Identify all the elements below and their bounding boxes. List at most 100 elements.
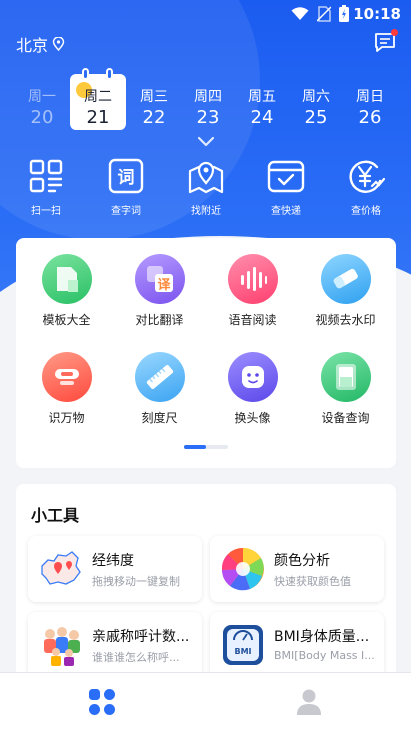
- price-icon: [349, 160, 385, 193]
- feature-label: 语音阅读: [228, 313, 277, 327]
- date-label: 21: [86, 107, 110, 128]
- page-indicator-active: [184, 445, 206, 449]
- feature-templates[interactable]: 模板大全: [20, 254, 113, 352]
- tool-card-relatives[interactable]: 亲戚称呼计数... 谁谁谁怎么称呼...: [28, 612, 202, 678]
- feature-device-query[interactable]: 设备查询: [299, 352, 392, 450]
- dictionary-icon: 词: [108, 158, 144, 194]
- weekday-label: 周一: [28, 89, 56, 105]
- quick-action-nearby[interactable]: 找附近: [176, 156, 236, 217]
- feature-label: 设备查询: [321, 411, 370, 425]
- tool-subtitle: 快速获取颜色值: [274, 575, 351, 588]
- city-name: 北京: [16, 36, 49, 55]
- translate-icon: 译: [134, 254, 185, 304]
- location-pin-icon: [52, 37, 65, 51]
- weekday-label: 周五: [248, 89, 276, 105]
- quick-action-label: 扫一扫: [31, 206, 61, 217]
- week-calendar: 周一 20 周二 21 周三 22 周四 23 周五 24 周六 25 周日 26: [16, 68, 396, 134]
- feature-translate[interactable]: 译 对比翻译: [113, 254, 206, 352]
- feature-label: 识万物: [48, 411, 85, 425]
- device-icon: [320, 352, 371, 402]
- date-label: 26: [358, 107, 382, 128]
- date-label: 20: [30, 107, 54, 128]
- date-label: 25: [304, 107, 328, 128]
- tool-card-coordinates[interactable]: 经纬度 拖拽移动一键复制: [28, 536, 202, 602]
- status-time: 10:18: [353, 5, 401, 23]
- feature-label: 刻度尺: [141, 411, 178, 425]
- quick-action-scan[interactable]: 扫一扫: [16, 156, 76, 217]
- feature-label: 视频去水印: [315, 313, 376, 327]
- weekday-label: 周三: [140, 89, 168, 105]
- date-label: 23: [196, 107, 220, 128]
- feature-label: 模板大全: [42, 313, 91, 327]
- ruler-icon: [134, 352, 185, 402]
- bmi-label: BMI: [234, 647, 251, 656]
- no-sim-icon: [317, 5, 331, 22]
- feature-change-avatar[interactable]: 换头像: [206, 352, 299, 450]
- date-label: 22: [142, 107, 166, 128]
- family-icon: [44, 627, 80, 666]
- eraser-icon: [320, 254, 371, 304]
- section-title: 小工具: [31, 506, 80, 525]
- tool-name: 颜色分析: [274, 553, 330, 569]
- feature-label: 对比翻译: [135, 313, 184, 327]
- status-bar: 10:18: [0, 0, 411, 28]
- tool-name: 亲戚称呼计数...: [92, 629, 190, 645]
- quick-action-label: 找附近: [191, 206, 221, 217]
- day-mon[interactable]: 周一 20: [16, 74, 68, 130]
- feature-label: 换头像: [234, 411, 271, 425]
- date-label: 24: [250, 107, 274, 128]
- day-sat[interactable]: 周六 25: [290, 74, 342, 130]
- map-pin-icon: [188, 161, 224, 194]
- quick-action-label: 查字词: [111, 206, 141, 217]
- chevron-down-icon[interactable]: [197, 136, 215, 148]
- quick-action-label: 查价格: [351, 206, 381, 217]
- tools-section: 小工具 经纬度 拖拽移动一键复制 颜色分析 快速获取颜色值 亲戚称呼计数... …: [16, 484, 396, 684]
- quick-action-express[interactable]: 查快递: [256, 156, 316, 217]
- day-tue-selected[interactable]: 周二 21: [70, 68, 126, 130]
- message-button[interactable]: [373, 29, 398, 54]
- wifi-icon: [291, 6, 309, 20]
- feature-voice-read[interactable]: 语音阅读: [206, 254, 299, 352]
- package-icon: [267, 160, 305, 193]
- quick-action-dictionary[interactable]: 词 查字词: [96, 156, 156, 217]
- day-sun[interactable]: 周日 26: [344, 74, 396, 130]
- tool-subtitle: 拖拽移动一键复制: [92, 575, 180, 588]
- feature-grid: 模板大全 译 对比翻译 语音阅读 视频去水印 识万物 刻度尺 换头像 设备查询: [20, 254, 392, 450]
- calendar-ring-left: [82, 68, 89, 80]
- bmi-scale-icon: BMI: [223, 625, 263, 665]
- status-icons: [291, 5, 349, 22]
- avatar-face-icon: [227, 352, 278, 402]
- top-bar: 北京: [16, 29, 398, 56]
- profile-icon[interactable]: [295, 688, 323, 716]
- tool-subtitle: BMI[Body Mass I...: [274, 649, 375, 662]
- tool-name: BMI身体质量...: [274, 629, 370, 645]
- tool-subtitle: 谁谁谁怎么称呼...: [92, 651, 180, 664]
- quick-action-label: 查快递: [271, 206, 301, 217]
- template-icon: [41, 254, 92, 304]
- battery-charging-icon: [339, 5, 349, 22]
- calendar-ring-right: [106, 68, 113, 80]
- tool-name: 经纬度: [92, 553, 134, 569]
- china-map-icon: [41, 551, 81, 585]
- day-thu[interactable]: 周四 23: [182, 74, 234, 130]
- bottom-nav: [0, 672, 411, 730]
- apps-grid-icon[interactable]: [88, 688, 116, 716]
- tool-card-color-analysis[interactable]: 颜色分析 快速获取颜色值: [210, 536, 384, 602]
- color-wheel-icon: [221, 547, 264, 591]
- quick-action-price[interactable]: 查价格: [336, 156, 396, 217]
- feature-recognize[interactable]: 识万物: [20, 352, 113, 450]
- day-fri[interactable]: 周五 24: [236, 74, 288, 130]
- tool-card-bmi[interactable]: BMI BMI身体质量... BMI[Body Mass I...: [210, 612, 384, 678]
- day-wed[interactable]: 周三 22: [128, 74, 180, 130]
- feature-ruler[interactable]: 刻度尺: [113, 352, 206, 450]
- feature-remove-watermark[interactable]: 视频去水印: [299, 254, 392, 352]
- unread-dot: [391, 29, 398, 36]
- weekday-label: 周四: [194, 89, 222, 105]
- svg-text:词: 词: [118, 168, 135, 188]
- weekday-label: 周六: [302, 89, 330, 105]
- page-indicator: [184, 445, 228, 449]
- recognize-icon: [41, 352, 92, 402]
- quick-actions: 扫一扫 词 查字词 找附近 查快递 查价格: [16, 156, 396, 217]
- feature-card: 模板大全 译 对比翻译 语音阅读 视频去水印 识万物 刻度尺 换头像 设备查询: [16, 238, 396, 468]
- location-selector[interactable]: 北京: [16, 32, 65, 56]
